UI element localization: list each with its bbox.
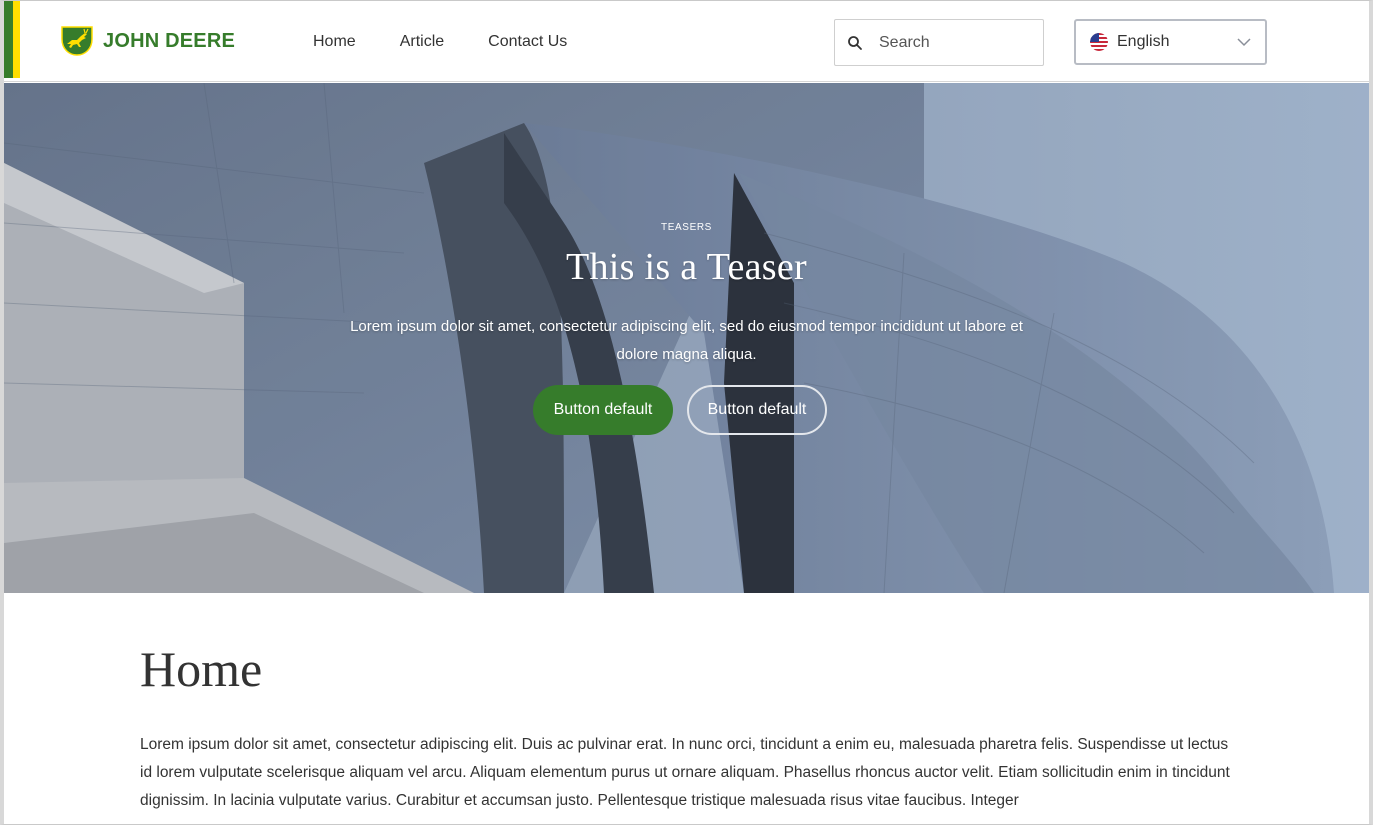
secondary-button[interactable]: Button default	[687, 385, 827, 435]
language-label: English	[1117, 33, 1170, 50]
brand-name: JOHN DEERE	[103, 29, 236, 52]
brand-stripe-green	[0, 0, 13, 78]
chevron-down-icon	[1237, 38, 1251, 47]
primary-button[interactable]: Button default	[533, 385, 673, 435]
search-input[interactable]	[877, 32, 1031, 53]
hero-title: This is a Teaser	[566, 246, 807, 288]
site-header: JOHN DEERE Home Article Contact Us Engli	[0, 0, 1373, 82]
hero-teaser: TEASERS This is a Teaser Lorem ipsum dol…	[4, 83, 1369, 593]
leaping-deer-logo-icon	[61, 26, 93, 56]
hero-content: TEASERS This is a Teaser Lorem ipsum dol…	[4, 83, 1369, 593]
search-box[interactable]	[834, 19, 1044, 66]
brand-logo[interactable]: JOHN DEERE	[59, 25, 235, 57]
nav-link-home[interactable]: Home	[313, 31, 356, 53]
nav-link-article[interactable]: Article	[400, 31, 444, 53]
brand-stripe-yellow	[13, 0, 20, 78]
hero-description: Lorem ipsum dolor sit amet, consectetur …	[350, 318, 1023, 363]
page-title: Home	[140, 641, 263, 697]
main-nav: Home Article Contact Us	[313, 31, 611, 53]
search-icon	[848, 35, 862, 50]
hero-eyebrow: TEASERS	[661, 222, 712, 233]
language-select[interactable]: English	[1074, 19, 1267, 65]
nav-link-contact-us[interactable]: Contact Us	[488, 31, 567, 53]
us-flag-icon	[1090, 33, 1108, 51]
body-paragraph: Lorem ipsum dolor sit amet, consectetur …	[140, 736, 1230, 809]
